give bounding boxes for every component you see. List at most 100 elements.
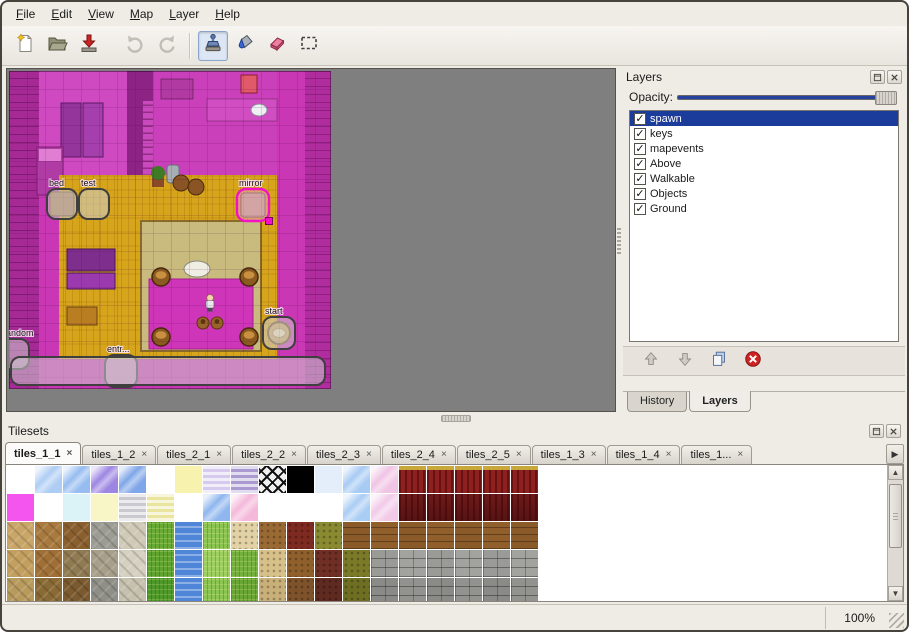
- tileset-tile[interactable]: [483, 522, 510, 549]
- tab-close-icon[interactable]: ×: [291, 450, 297, 460]
- tileset-tile[interactable]: [259, 550, 286, 577]
- tool-open[interactable]: [42, 31, 72, 61]
- layer-visible-checkbox[interactable]: ✓: [634, 203, 646, 215]
- tileset-tile[interactable]: [259, 578, 286, 601]
- map-object-spawn-strip[interactable]: [11, 357, 325, 385]
- tileset-tile[interactable]: [427, 578, 454, 601]
- tileset-tile[interactable]: [455, 578, 482, 601]
- tileset-tile[interactable]: [259, 522, 286, 549]
- tileset-tile[interactable]: [7, 578, 34, 601]
- tileset-tile[interactable]: [259, 466, 286, 493]
- tileset-tile[interactable]: [7, 550, 34, 577]
- layer-row-Above[interactable]: ✓Above: [630, 156, 898, 171]
- tileset-tile[interactable]: [35, 522, 62, 549]
- tileset-tile[interactable]: [175, 494, 202, 521]
- tileset-tile[interactable]: [287, 494, 314, 521]
- scrollbar-thumb[interactable]: [889, 484, 902, 548]
- tileset-tile[interactable]: [63, 466, 90, 493]
- tileset-tile[interactable]: [287, 522, 314, 549]
- tileset-tile[interactable]: [371, 578, 398, 601]
- tileset-tile[interactable]: [455, 550, 482, 577]
- tileset-tile[interactable]: [511, 466, 538, 493]
- tileset-tile[interactable]: [343, 522, 370, 549]
- menu-help[interactable]: Help: [207, 4, 248, 24]
- tileset-tile[interactable]: [315, 494, 342, 521]
- tab-close-icon[interactable]: ×: [66, 449, 72, 459]
- tileset-tile[interactable]: [35, 494, 62, 521]
- tool-bucket-fill[interactable]: [230, 31, 260, 61]
- float-dock-button[interactable]: [870, 70, 885, 84]
- tileset-tile[interactable]: [63, 494, 90, 521]
- tool-undo[interactable]: [120, 31, 150, 61]
- tool-eraser[interactable]: [262, 31, 292, 61]
- tileset-tile[interactable]: [203, 522, 230, 549]
- tileset-tile[interactable]: [287, 578, 314, 601]
- tileset-tile[interactable]: [147, 578, 174, 601]
- tileset-tile[interactable]: [399, 522, 426, 549]
- tileset-tile[interactable]: [91, 466, 118, 493]
- duplicate-layer-button[interactable]: [707, 350, 731, 372]
- tab-close-icon[interactable]: ×: [591, 450, 597, 460]
- tileset-tile[interactable]: [371, 494, 398, 521]
- tool-rectangular-select[interactable]: [294, 31, 324, 61]
- tileset-tab-tiles-2-2[interactable]: tiles_2_2×: [232, 445, 306, 464]
- tileset-tile[interactable]: [511, 550, 538, 577]
- tileset-tile[interactable]: [119, 550, 146, 577]
- tileset-tile[interactable]: [315, 466, 342, 493]
- tab-close-icon[interactable]: ×: [141, 450, 147, 460]
- tab-close-icon[interactable]: ×: [366, 450, 372, 460]
- tileset-tile[interactable]: [175, 578, 202, 601]
- tileset-tile[interactable]: [287, 466, 314, 493]
- float-dock-button[interactable]: [869, 424, 884, 438]
- map-object-mirror[interactable]: [237, 189, 269, 221]
- tileset-tile[interactable]: [91, 550, 118, 577]
- tileset-tab-tiles-1-1[interactable]: tiles_1_1×: [5, 442, 81, 464]
- tileset-tile[interactable]: [483, 578, 510, 601]
- tileset-tile[interactable]: [91, 494, 118, 521]
- tileset-tile[interactable]: [175, 466, 202, 493]
- tileset-tile[interactable]: [7, 466, 34, 493]
- tileset-tile[interactable]: [203, 550, 230, 577]
- layer-row-spawn[interactable]: ✓spawn: [630, 111, 898, 126]
- opacity-slider[interactable]: [677, 95, 889, 100]
- tileset-tile[interactable]: [315, 578, 342, 601]
- opacity-slider-handle[interactable]: [875, 91, 897, 105]
- tileset-tile[interactable]: [35, 550, 62, 577]
- menu-view[interactable]: View: [80, 4, 122, 24]
- tool-stamp-brush[interactable]: [198, 31, 228, 61]
- scrollbar-track[interactable]: [888, 480, 903, 586]
- tileset-tile[interactable]: [427, 494, 454, 521]
- tileset-tile[interactable]: [147, 466, 174, 493]
- tileset-tile[interactable]: [203, 578, 230, 601]
- tileset-tab-tiles-2-1[interactable]: tiles_2_1×: [157, 445, 231, 464]
- tileset-tab-tiles-1-3[interactable]: tiles_1_3×: [532, 445, 606, 464]
- tileset-tile[interactable]: [483, 466, 510, 493]
- map-object-start[interactable]: [263, 317, 295, 349]
- layer-visible-checkbox[interactable]: ✓: [634, 113, 646, 125]
- tileset-tile[interactable]: [175, 522, 202, 549]
- resize-grip[interactable]: [889, 613, 904, 628]
- layer-visible-checkbox[interactable]: ✓: [634, 188, 646, 200]
- tileset-tile[interactable]: [259, 494, 286, 521]
- selection-handle[interactable]: [266, 218, 273, 225]
- tileset-tab-tiles-2-3[interactable]: tiles_2_3×: [307, 445, 381, 464]
- tileset-tile[interactable]: [63, 522, 90, 549]
- tool-new-map[interactable]: [10, 31, 40, 61]
- tileset-tile[interactable]: [427, 522, 454, 549]
- tileset-tile[interactable]: [511, 522, 538, 549]
- tileset-tile[interactable]: [119, 466, 146, 493]
- tileset-tile[interactable]: [343, 494, 370, 521]
- layer-visible-checkbox[interactable]: ✓: [634, 158, 646, 170]
- tileset-tab-tiles-2-4[interactable]: tiles_2_4×: [382, 445, 456, 464]
- tileset-tile[interactable]: [119, 578, 146, 601]
- menu-edit[interactable]: Edit: [43, 4, 80, 24]
- layer-row-Objects[interactable]: ✓Objects: [630, 186, 898, 201]
- vertical-splitter[interactable]: [616, 66, 623, 414]
- tileset-tile[interactable]: [147, 494, 174, 521]
- tab-layers[interactable]: Layers: [689, 391, 750, 412]
- tileset-tile[interactable]: [315, 522, 342, 549]
- map-viewport[interactable]: bedtestmirrorstartrandomentr...: [6, 68, 616, 412]
- tab-close-icon[interactable]: ×: [737, 450, 743, 460]
- menu-layer[interactable]: Layer: [161, 4, 207, 24]
- tileset-tab-tiles-2-5[interactable]: tiles_2_5×: [457, 445, 531, 464]
